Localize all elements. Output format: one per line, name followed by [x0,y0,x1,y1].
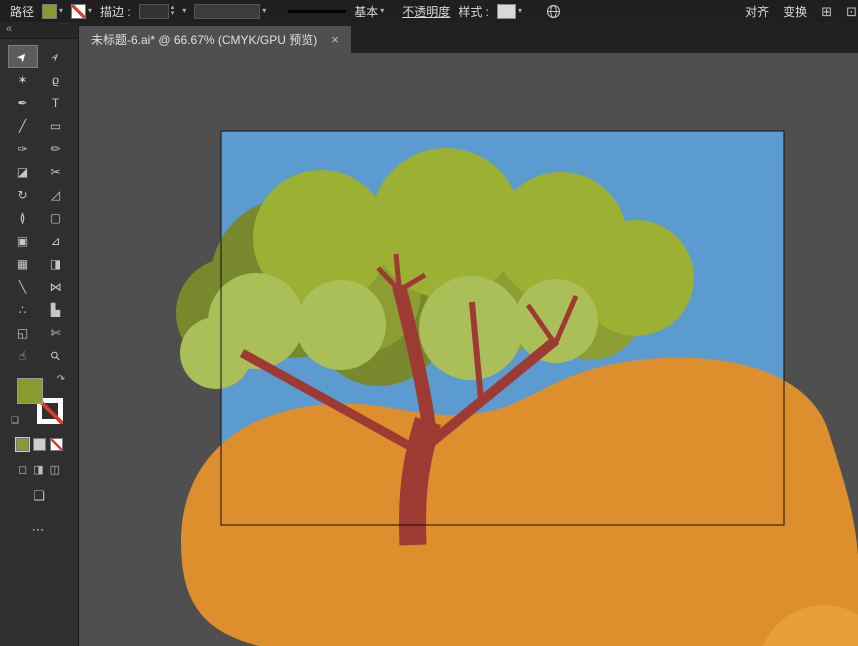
canvas[interactable] [79,53,858,646]
panel-collapse-button[interactable]: « [0,22,78,39]
brush-definition-dropdown[interactable]: ▾ [182,7,186,15]
shape-builder-tool[interactable]: ▣ [9,230,37,251]
chevron-down-icon: ▾ [380,7,384,15]
stroke-profile-label: 基本 [354,3,378,20]
stroke-width-label: 描边 : [100,3,131,20]
stroke-width-field[interactable] [139,4,169,19]
canopy-blob[interactable] [514,279,598,363]
opacity-link[interactable]: 不透明度 [402,3,450,20]
tree-twig[interactable] [396,254,399,286]
width-tool[interactable]: ≬ [9,207,37,228]
screen-mode-icon[interactable]: ❏ [33,488,45,504]
swap-fill-stroke-icon[interactable]: ↷ [57,374,65,385]
transform-button[interactable]: 变换 [783,3,807,20]
scale-tool[interactable]: ◿ [42,184,70,205]
hand-tool[interactable]: ☝ [9,345,37,366]
paintbrush-tool[interactable]: ✑ [9,138,37,159]
symbol-sprayer-tool[interactable]: ∴ [9,299,37,320]
globe-icon[interactable] [546,4,561,19]
draw-mode-group: ◻ ◨ ◫ [18,463,60,476]
selection-tool-icon: ➤ [15,49,31,64]
zoom-tool[interactable]: ⚲ [42,345,70,366]
fill-color-swatch[interactable] [42,4,57,19]
artwork-svg [79,53,858,646]
document-area: 未标题-6.ai* @ 66.67% (CMYK/GPU 预览) × [79,22,858,646]
panel-grid-icon[interactable]: ⊞ [821,5,832,18]
stroke-profile-dropdown[interactable]: 基本 ▾ [288,3,384,20]
direct-selection-tool-icon: ➢ [48,49,64,64]
chevron-down-icon: ▾ [88,7,92,15]
illustrator-window: 路径 ▾ ▾ 描边 : ▴ ▾ ▾ ▾ 基本 ▾ 不透明度 样 [0,0,858,646]
column-graph-tool[interactable]: ▙ [42,299,70,320]
fill-color-dropdown[interactable]: ▾ [42,4,63,19]
align-button[interactable]: 对齐 [745,3,769,20]
pen-tool[interactable]: ✒ [9,92,37,113]
chevron-down-icon: ▾ [262,7,266,15]
style-label: 样式 : [458,3,489,20]
stepper-arrows-icon[interactable]: ▴ ▾ [171,5,175,17]
panel-grid-clipped-icon[interactable]: ⊡ [846,5,857,18]
document-tab-title: 未标题-6.ai* @ 66.67% (CMYK/GPU 预览) [91,31,317,48]
style-dropdown[interactable]: ▾ [497,4,522,19]
draw-behind-icon[interactable]: ◨ [33,463,43,476]
style-swatch[interactable] [497,4,516,19]
close-icon[interactable]: × [331,32,339,47]
apply-color-group [16,438,63,451]
apply-color-button[interactable] [16,438,29,451]
control-bar-right-group: 对齐 变换 ⊞ ⊡ [745,3,848,20]
fill-indicator[interactable] [17,378,43,404]
control-bar: 路径 ▾ ▾ 描边 : ▴ ▾ ▾ ▾ 基本 ▾ 不透明度 样 [0,0,858,22]
apply-none-button[interactable] [50,438,63,451]
object-type-label: 路径 [10,3,34,20]
artboard-tool[interactable]: ◱ [9,322,37,343]
document-tab[interactable]: 未标题-6.ai* @ 66.67% (CMYK/GPU 预览) × [79,26,351,53]
main-area: « ➤ ➢ ✶ ϱ ✒ T ╱ ▭ ✑ ✏ ◪ ✂ ↻ ◿ ≬ ▢ ▣ ⊿ ▦ [0,22,858,646]
draw-inside-icon[interactable]: ◫ [50,463,60,476]
mesh-tool[interactable]: ▦ [9,253,37,274]
rotate-tool[interactable]: ↻ [9,184,37,205]
document-tab-bar: 未标题-6.ai* @ 66.67% (CMYK/GPU 预览) × [79,22,858,53]
lasso-tool[interactable]: ϱ [42,69,70,90]
zoom-tool-icon: ⚲ [48,348,63,363]
apply-gradient-button[interactable] [33,438,46,451]
stroke-style-preview [288,10,346,13]
more-tools-icon[interactable]: ⋯ [32,522,47,538]
canopy-blob[interactable] [208,273,304,369]
free-transform-tool[interactable]: ▢ [42,207,70,228]
eyedropper-tool[interactable]: ╲ [9,276,37,297]
stroke-color-dropdown[interactable]: ▾ [71,4,92,19]
chevron-down-icon: ▾ [518,7,522,15]
variable-width-profile-dropdown[interactable]: ▾ [194,4,266,19]
magic-wand-tool[interactable]: ✶ [9,69,37,90]
direct-selection-tool[interactable]: ➢ [42,46,70,67]
variable-width-profile-field[interactable] [194,4,260,19]
draw-normal-icon[interactable]: ◻ [18,463,27,476]
line-tool[interactable]: ╱ [9,115,37,136]
canopy-blob[interactable] [419,276,523,380]
stroke-width-stepper[interactable]: ▴ ▾ [139,4,175,19]
tree-trunk[interactable] [413,421,428,545]
perspective-grid-tool[interactable]: ⊿ [42,230,70,251]
stroke-color-swatch[interactable] [71,4,86,19]
chevron-down-icon: ▾ [59,7,63,15]
slice-tool[interactable]: ✄ [42,322,70,343]
tools-panel: « ➤ ➢ ✶ ϱ ✒ T ╱ ▭ ✑ ✏ ◪ ✂ ↻ ◿ ≬ ▢ ▣ ⊿ ▦ [0,22,79,646]
type-tool[interactable]: T [42,92,70,113]
fill-stroke-indicator: ↷ ❏ [15,376,63,424]
scissors-tool[interactable]: ✂ [42,161,70,182]
default-fill-stroke-icon[interactable]: ❏ [11,415,19,426]
stepper-down-icon[interactable]: ▾ [171,11,175,17]
eraser-tool[interactable]: ◪ [9,161,37,182]
pencil-tool[interactable]: ✏ [42,138,70,159]
blend-tool[interactable]: ⋈ [42,276,70,297]
tool-grid: ➤ ➢ ✶ ϱ ✒ T ╱ ▭ ✑ ✏ ◪ ✂ ↻ ◿ ≬ ▢ ▣ ⊿ ▦ ◨ [9,46,70,366]
rectangle-tool[interactable]: ▭ [42,115,70,136]
selection-tool[interactable]: ➤ [9,46,37,67]
gradient-tool[interactable]: ◨ [42,253,70,274]
canopy-blob[interactable] [296,280,386,370]
